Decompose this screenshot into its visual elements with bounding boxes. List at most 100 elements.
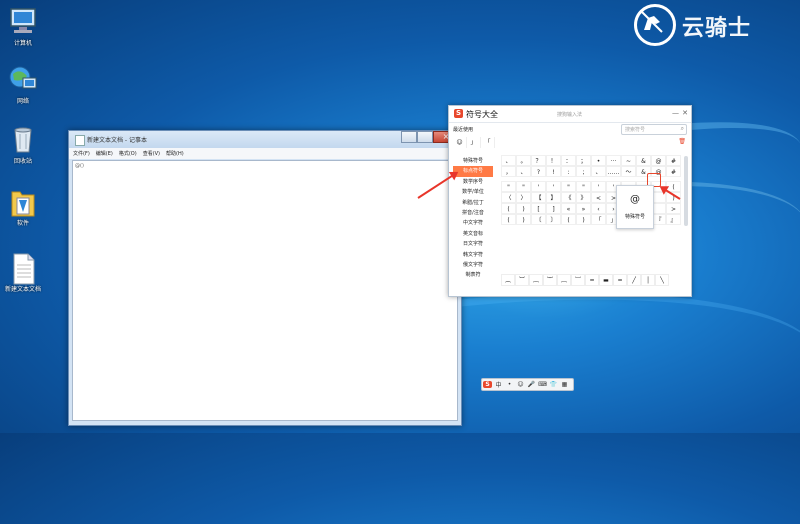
symbol-cell[interactable]: ； (576, 155, 591, 166)
symbol-cell[interactable]: " (516, 181, 531, 192)
category-item[interactable]: 拼音/注音 (453, 208, 493, 218)
symbol-cell[interactable]: 、 (516, 166, 531, 177)
symbol-cell[interactable]: ; (576, 166, 591, 177)
desktop-icon-computer[interactable]: 计算机 (0, 6, 46, 48)
line-symbol-cell[interactable]: ︷ (529, 274, 543, 286)
desktop-icon-software[interactable]: 软件 (0, 186, 46, 228)
symbol-cell[interactable]: ' (546, 181, 561, 192)
symbol-panel[interactable]: S 符号大全 搜狗输入法 — ✕ 最近使用 搜索符号 ⌕ ☺ 」 「 🗑 特殊符… (448, 105, 692, 297)
line-symbol-cell[interactable]: ▬ (599, 274, 613, 286)
symbol-cell[interactable]: ' (591, 181, 606, 192)
symbol-cell[interactable]: 。 (516, 155, 531, 166)
symbol-cell[interactable]: • (591, 155, 606, 166)
recent-symbol[interactable]: 」 (467, 137, 481, 148)
menu-view[interactable]: 查看(V) (143, 150, 160, 157)
chinese-mode-icon[interactable]: 中 (494, 380, 503, 389)
symbol-cell[interactable]: ( (501, 203, 516, 214)
line-symbol-cell[interactable]: ︵ (501, 274, 515, 286)
close-icon[interactable]: ✕ (682, 109, 688, 117)
symbol-cell[interactable]: " (501, 181, 516, 192)
emoji-icon[interactable]: ☺ (516, 381, 525, 388)
symbol-cell[interactable]: ) (576, 214, 591, 225)
category-item[interactable]: 英文音标 (453, 229, 493, 239)
line-symbol-cell[interactable]: │ (641, 274, 655, 286)
punctuation-icon[interactable]: • (505, 381, 514, 388)
desktop-icon-text-document[interactable]: 新建文本文档 (0, 252, 46, 294)
toolbox-icon[interactable]: ▦ (560, 381, 569, 388)
minimize-button[interactable] (401, 131, 417, 143)
symbol-cell[interactable]: 】 (546, 192, 561, 203)
symbol-cell[interactable]: ！ (546, 155, 561, 166)
symbol-cell[interactable]: 〉 (516, 192, 531, 203)
symbol-cell[interactable]: ~ (621, 155, 636, 166)
category-item[interactable]: 希腊/拉丁 (453, 198, 493, 208)
symbol-cell[interactable]: 〕 (546, 214, 561, 225)
category-item[interactable]: 数学序号 (453, 177, 493, 187)
recent-symbol[interactable]: ☺ (453, 137, 467, 148)
symbol-cell[interactable]: ) (516, 203, 531, 214)
symbol-cell[interactable]: 【 (531, 192, 546, 203)
line-symbol-cell[interactable]: ︹ (557, 274, 571, 286)
symbol-cell[interactable]: 〈 (501, 192, 516, 203)
symbol-cell[interactable]: ： (561, 155, 576, 166)
symbol-cell[interactable]: 《 (561, 192, 576, 203)
symbol-cell[interactable]: ？ (531, 155, 546, 166)
symbol-cell[interactable]: : (561, 166, 576, 177)
symbol-cell[interactable]: ， (501, 166, 516, 177)
symbol-cell[interactable]: ! (546, 166, 561, 177)
menu-help[interactable]: 帮助(H) (166, 150, 184, 157)
symbol-cell[interactable]: ～ (621, 166, 636, 177)
symbol-cell[interactable]: ) (516, 214, 531, 225)
symbol-cell[interactable]: ' (531, 181, 546, 192)
menu-edit[interactable]: 编辑(E) (96, 150, 113, 157)
menu-file[interactable]: 文件(F) (73, 150, 90, 157)
desktop-icon-recycle-bin[interactable]: 回收站 (0, 124, 46, 166)
line-symbol-cell[interactable]: ︺ (571, 274, 585, 286)
symbol-scrollbar[interactable] (684, 156, 688, 226)
trash-icon[interactable]: 🗑 (678, 138, 686, 145)
category-item[interactable]: 数学/单位 (453, 187, 493, 197)
symbol-cell[interactable]: " (576, 181, 591, 192)
symbol-cell[interactable]: 「 (591, 214, 606, 225)
symbol-cell[interactable]: # (666, 166, 681, 177)
line-symbol-cell[interactable]: ︶ (515, 274, 529, 286)
symbol-cell[interactable]: # (666, 155, 681, 166)
symbol-cell[interactable]: » (576, 203, 591, 214)
line-symbol-cell[interactable]: ━ (585, 274, 599, 286)
category-item[interactable]: 中文字符 (453, 218, 493, 228)
notepad-titlebar[interactable]: 新建文本文档 - 记事本 × (69, 131, 461, 148)
symbol-cell[interactable]: « (561, 203, 576, 214)
maximize-button[interactable] (417, 131, 433, 143)
minimize-icon[interactable]: — (672, 109, 679, 117)
ime-toolbar[interactable]: S 中 • ☺ 🎤 ⌨ 👕 ▦ (481, 378, 574, 391)
notepad-window[interactable]: 新建文本文档 - 记事本 × 文件(F) 编辑(E) 格式(O) 查看(V) 帮… (68, 130, 462, 426)
category-item[interactable]: 特殊符号 (453, 156, 493, 166)
symbol-search-input[interactable]: 搜索符号 ⌕ (621, 124, 687, 135)
line-symbol-cell[interactable]: ═ (613, 274, 627, 286)
category-item[interactable]: 制表符 (453, 270, 493, 280)
symbol-cell[interactable]: ] (546, 203, 561, 214)
symbol-panel-header[interactable]: S 符号大全 搜狗输入法 — ✕ (449, 106, 691, 123)
notepad-text-area[interactable]: @() (72, 160, 458, 421)
symbol-cell[interactable]: [ (531, 203, 546, 214)
category-item[interactable]: 俄文字符 (453, 260, 493, 270)
symbol-cell[interactable]: 、 (591, 166, 606, 177)
microphone-icon[interactable]: 🎤 (527, 381, 536, 388)
symbol-cell[interactable]: ( (561, 214, 576, 225)
recent-symbol[interactable]: 「 (481, 137, 495, 148)
symbol-cell[interactable]: 』 (666, 214, 681, 225)
symbol-cell[interactable]: ( (501, 214, 516, 225)
keyboard-icon[interactable]: ⌨ (538, 381, 547, 388)
symbol-cell[interactable]: " (561, 181, 576, 192)
desktop-icon-network[interactable]: 网络 (0, 64, 46, 106)
symbol-cell[interactable]: …… (606, 166, 621, 177)
search-icon[interactable]: ⌕ (681, 125, 684, 133)
sogou-icon[interactable]: S (483, 381, 492, 388)
symbol-cell[interactable]: < (591, 192, 606, 203)
symbol-cell[interactable]: 、 (501, 155, 516, 166)
symbol-cell[interactable]: > (666, 203, 681, 214)
skin-icon[interactable]: 👕 (549, 381, 558, 388)
line-symbol-cell[interactable]: ╱ (627, 274, 641, 286)
symbol-cell[interactable]: 〔 (531, 214, 546, 225)
line-symbol-cell[interactable]: ╲ (655, 274, 669, 286)
